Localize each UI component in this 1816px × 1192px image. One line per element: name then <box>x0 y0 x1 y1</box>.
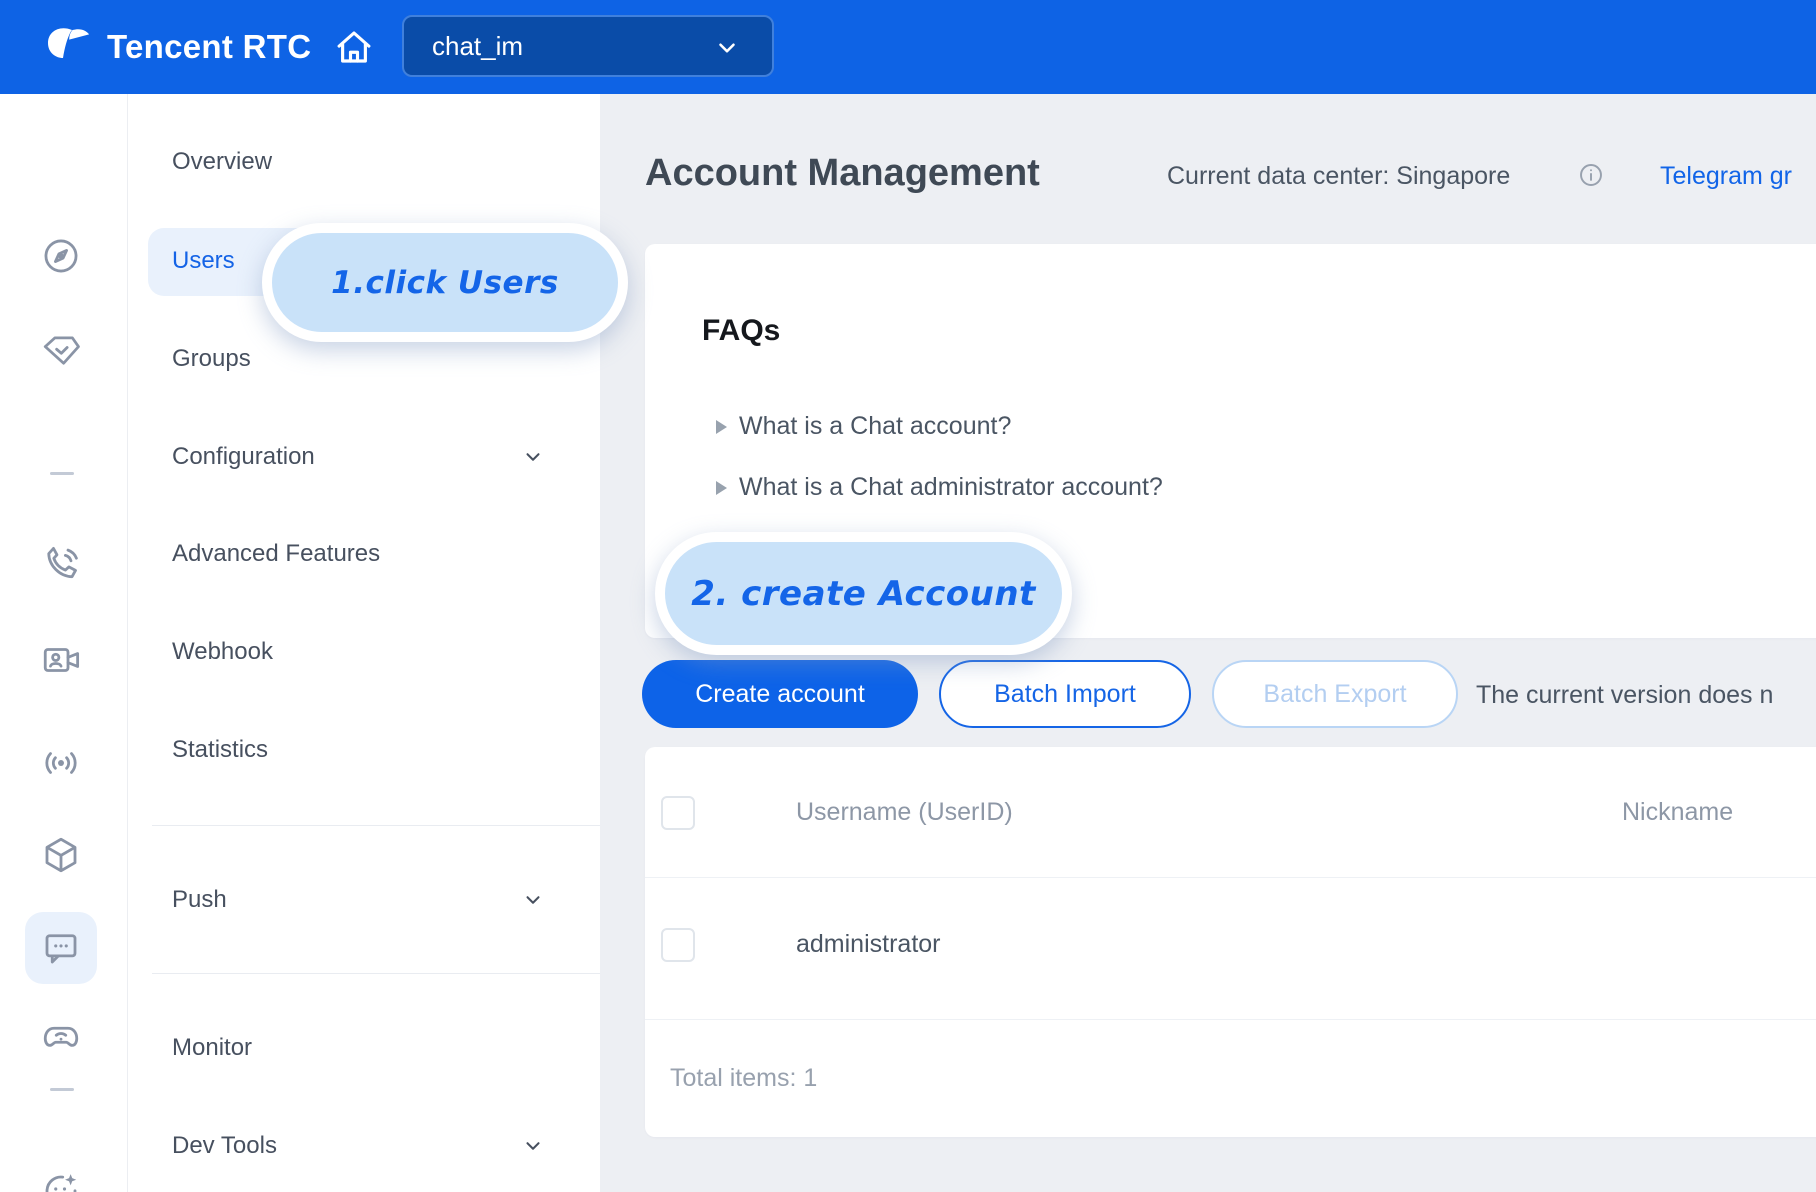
sidebar-item-advanced-features[interactable]: Advanced Features <box>172 534 592 574</box>
faq-item-chat-account[interactable]: What is a Chat account? <box>716 412 1011 441</box>
chevron-down-icon <box>522 1135 544 1157</box>
app-selector-value: chat_im <box>432 31 523 62</box>
video-call-icon[interactable] <box>40 639 82 681</box>
gem-icon[interactable] <box>40 330 82 372</box>
annotation-step1-bubble: 1.click Users <box>262 223 628 342</box>
version-note-fragment: The current version does n <box>1476 681 1773 710</box>
annotation-step2-text: 2. create Account <box>691 574 1036 614</box>
compass-icon[interactable] <box>40 235 82 277</box>
chevron-down-icon <box>714 35 740 61</box>
chevron-down-icon <box>522 446 544 468</box>
app-selector-dropdown[interactable]: chat_im <box>402 15 774 77</box>
triangle-right-icon <box>716 420 727 434</box>
sidebar-item-configuration[interactable]: Configuration <box>172 437 592 477</box>
create-account-button[interactable]: Create account <box>642 660 918 728</box>
assistant-sparkle-icon[interactable] <box>40 1168 82 1192</box>
annotation-step1-text: 1.click Users <box>331 265 559 301</box>
top-bar: Tencent RTC chat_im <box>0 0 1816 94</box>
faq-item-admin-account[interactable]: What is a Chat administrator account? <box>716 473 1163 502</box>
data-center-label: Current data center: Singapore <box>1167 162 1510 191</box>
rail-divider-dash <box>50 472 74 475</box>
info-icon[interactable] <box>1578 162 1604 188</box>
sidebar-item-statistics[interactable]: Statistics <box>172 730 592 770</box>
phone-icon[interactable] <box>40 544 82 586</box>
sidebar-item-groups[interactable]: Groups <box>172 339 592 379</box>
brand-title: Tencent RTC <box>107 0 311 94</box>
live-broadcast-icon[interactable] <box>40 742 82 784</box>
annotation-step2-bubble: 2. create Account <box>655 532 1072 655</box>
tencent-rtc-logo-icon <box>42 24 90 72</box>
accounts-table-card: Username (UserID) Nickname administrator… <box>645 747 1816 1137</box>
batch-export-button[interactable]: Batch Export <box>1212 660 1458 728</box>
sidebar-item-webhook[interactable]: Webhook <box>172 632 592 672</box>
select-all-checkbox[interactable] <box>661 796 695 830</box>
sidebar-item-monitor[interactable]: Monitor <box>172 1028 592 1068</box>
rail-divider-dash <box>50 1088 74 1091</box>
triangle-right-icon <box>716 481 727 495</box>
icon-rail <box>0 94 128 1192</box>
total-items-label: Total items: 1 <box>670 1064 817 1093</box>
batch-import-button[interactable]: Batch Import <box>939 660 1191 728</box>
faq-heading: FAQs <box>702 314 780 348</box>
cell-username: administrator <box>796 930 941 959</box>
game-controller-icon[interactable] <box>40 1016 82 1058</box>
sidebar-item-dev-tools[interactable]: Dev Tools <box>172 1126 592 1166</box>
chat-icon[interactable] <box>40 927 82 969</box>
chevron-down-icon <box>522 889 544 911</box>
column-header-username: Username (UserID) <box>796 798 1013 827</box>
home-icon[interactable] <box>333 26 375 68</box>
sidebar-item-push[interactable]: Push <box>172 880 592 920</box>
column-header-nickname: Nickname <box>1622 798 1733 827</box>
cube-icon[interactable] <box>40 834 82 876</box>
sidebar-divider <box>152 973 600 974</box>
sidebar-divider <box>152 825 600 826</box>
row-checkbox[interactable] <box>661 928 695 962</box>
table-divider <box>645 877 1816 878</box>
sidebar-item-overview[interactable]: Overview <box>172 142 592 182</box>
tencent-rtc-console: Tencent RTC chat_im <box>0 0 1816 1192</box>
telegram-link[interactable]: Telegram gr <box>1660 162 1792 191</box>
table-divider <box>645 1019 1816 1020</box>
page-title: Account Management <box>645 152 1040 195</box>
